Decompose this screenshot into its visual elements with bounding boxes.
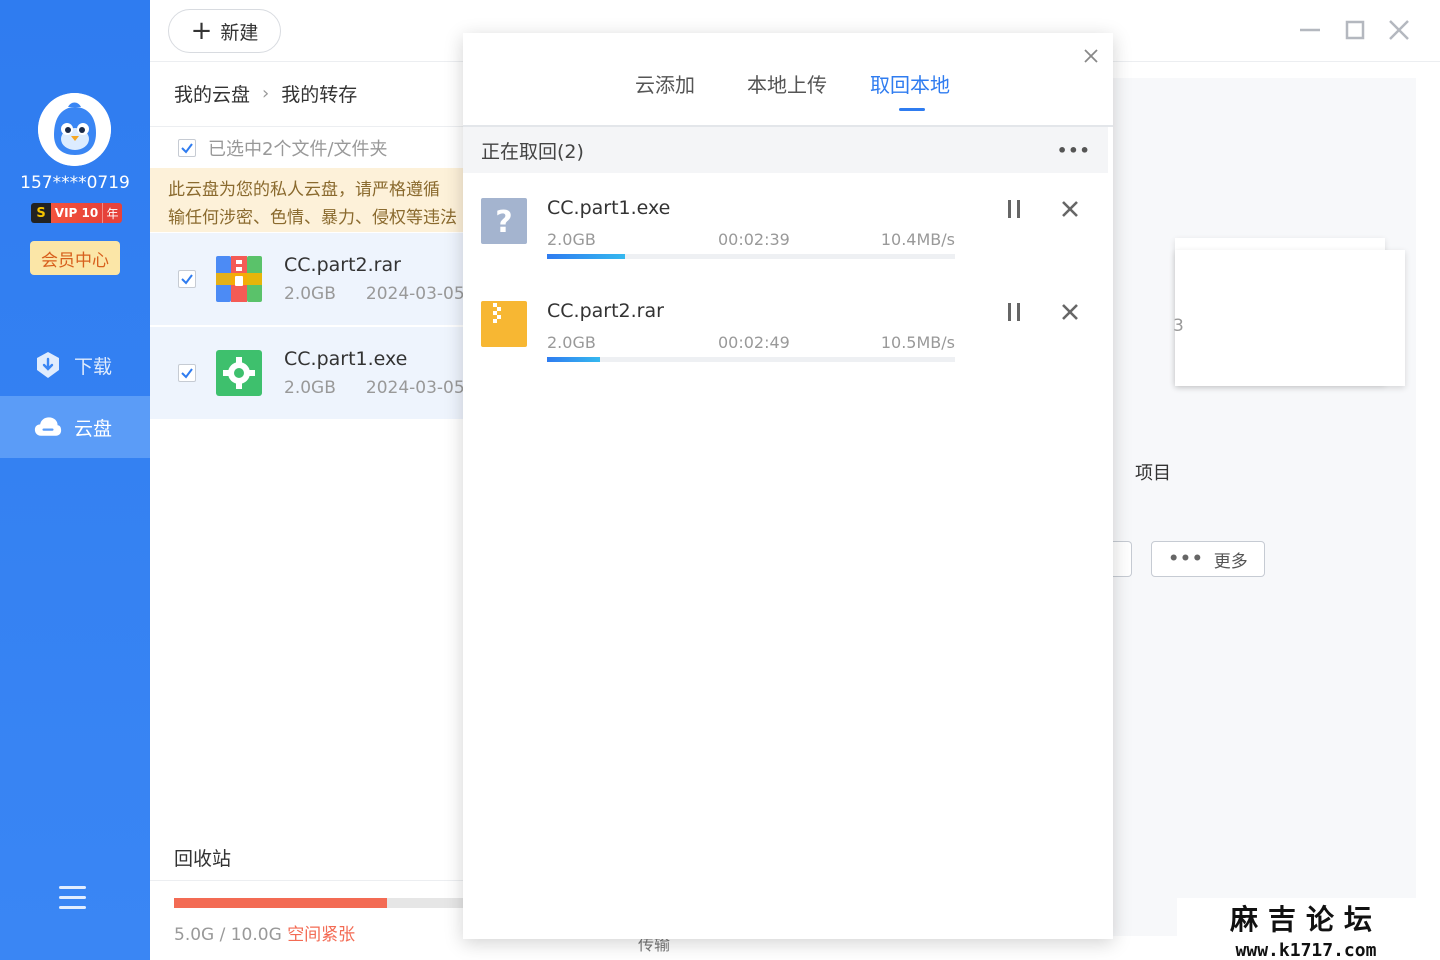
- rar-archive-icon: [216, 256, 262, 302]
- task-speed: 10.5MB/s: [880, 333, 955, 352]
- storage-bar-fill: [174, 898, 387, 908]
- task-progress-fill: [547, 357, 601, 362]
- minimize-icon[interactable]: [1298, 18, 1322, 42]
- check-icon: [181, 368, 193, 379]
- task-size: 2.0GB: [547, 333, 596, 352]
- more-button[interactable]: ••• 更多: [1151, 541, 1265, 577]
- unknown-file-icon: ?: [481, 198, 527, 244]
- active-tab-indicator: [899, 108, 925, 111]
- list-item: CC.part2.rar 2.0GB 00:02:49 10.5MB/s: [463, 291, 1113, 391]
- tab-local-upload[interactable]: 本地上传: [747, 69, 827, 98]
- chevron-right-icon: ›: [262, 83, 270, 104]
- exe-gear-icon: [216, 350, 262, 396]
- preview-card-text: 3: [1173, 316, 1184, 336]
- preview-card: 3: [1173, 250, 1405, 386]
- bird-avatar-icon: [38, 93, 111, 166]
- tab-retrieve-local[interactable]: 取回本地: [870, 69, 950, 98]
- vip-s-mark: S: [31, 203, 51, 223]
- transfer-modal: 云添加 本地上传 取回本地 正在取回(2) ••• ? CC.part1.exe…: [463, 33, 1113, 939]
- member-center-button[interactable]: 会员中心: [30, 241, 120, 275]
- file-size: 2.0GB: [284, 284, 336, 304]
- item-count-text: 项目: [1135, 463, 1171, 484]
- modal-tabs: 云添加 本地上传 取回本地: [463, 69, 1113, 109]
- plus-icon: +: [190, 16, 213, 46]
- task-remaining-time: 00:02:49: [718, 333, 790, 352]
- maximize-icon[interactable]: [1343, 18, 1367, 42]
- cloud-icon: [34, 413, 62, 441]
- close-icon[interactable]: [1387, 18, 1411, 42]
- storage-text: 5.0G / 10.0G 空间紧张: [174, 920, 355, 945]
- username: 157****0719: [20, 173, 130, 193]
- vip-badge[interactable]: S VIP 10 年: [31, 203, 122, 223]
- task-file-name: CC.part2.rar: [547, 300, 664, 322]
- new-button-label: 新建: [220, 21, 259, 44]
- breadcrumb-root[interactable]: 我的云盘: [174, 80, 250, 107]
- action-button[interactable]: [1110, 541, 1132, 577]
- storage-bar: [174, 898, 474, 908]
- file-size: 2.0GB: [284, 378, 336, 398]
- more-button-label: 更多: [1213, 551, 1248, 572]
- task-progress-bar: [547, 357, 955, 362]
- tab-cloud-add[interactable]: 云添加: [635, 69, 695, 98]
- breadcrumb-current: 我的转存: [281, 84, 358, 106]
- vip-level: VIP 10: [51, 203, 102, 223]
- nav-item-download[interactable]: 下载: [0, 334, 150, 396]
- section-header: 正在取回(2): [463, 127, 1108, 173]
- check-icon: [181, 142, 193, 154]
- task-size: 2.0GB: [547, 230, 596, 249]
- nav-label-cloud: 云盘: [74, 417, 113, 440]
- sidebar: 157****0719 S VIP 10 年 会员中心 下载 云盘: [0, 0, 150, 960]
- list-item: ? CC.part1.exe 2.0GB 00:02:39 10.4MB/s: [463, 188, 1113, 288]
- nav-label-download: 下载: [74, 355, 113, 378]
- nav-item-cloud[interactable]: 云盘: [0, 396, 150, 458]
- selection-text: 已选中2个文件/文件夹: [208, 138, 388, 160]
- zip-folder-icon: [481, 301, 527, 347]
- svg-text:?: ?: [495, 205, 512, 240]
- download-shield-icon: [34, 351, 62, 379]
- watermark-title: 麻吉论坛: [1229, 903, 1382, 936]
- row-checkbox[interactable]: [178, 270, 196, 288]
- row-checkbox[interactable]: [178, 364, 196, 382]
- more-dots-icon: •••: [1168, 549, 1204, 569]
- pause-icon[interactable]: [1006, 302, 1022, 322]
- recycle-bin-link[interactable]: 回收站: [174, 844, 231, 871]
- check-icon: [181, 274, 193, 285]
- section-more-icon[interactable]: •••: [1057, 141, 1091, 160]
- watermark-url: www.k1717.com: [1235, 940, 1377, 960]
- vip-year: 年: [102, 203, 122, 223]
- cancel-icon[interactable]: [1060, 302, 1080, 322]
- forum-watermark: 麻吉论坛 www.k1717.com: [1177, 898, 1435, 960]
- hamburger-icon[interactable]: [59, 886, 86, 910]
- task-file-name: CC.part1.exe: [547, 197, 671, 219]
- task-progress-fill: [547, 254, 625, 259]
- task-progress-bar: [547, 254, 955, 259]
- cancel-icon[interactable]: [1060, 199, 1080, 219]
- storage-status[interactable]: 空间紧张: [287, 925, 355, 945]
- task-speed: 10.4MB/s: [880, 230, 955, 249]
- avatar[interactable]: [38, 93, 111, 166]
- select-all-checkbox[interactable]: [178, 138, 196, 157]
- modal-close-icon[interactable]: [1080, 45, 1102, 67]
- new-button[interactable]: + 新建: [168, 9, 281, 53]
- breadcrumb: 我的云盘 › 我的转存: [174, 80, 357, 107]
- section-title: 正在取回(2): [481, 140, 584, 163]
- task-remaining-time: 00:02:39: [718, 230, 790, 249]
- pause-icon[interactable]: [1006, 199, 1022, 219]
- storage-usage: 5.0G / 10.0G: [174, 925, 282, 945]
